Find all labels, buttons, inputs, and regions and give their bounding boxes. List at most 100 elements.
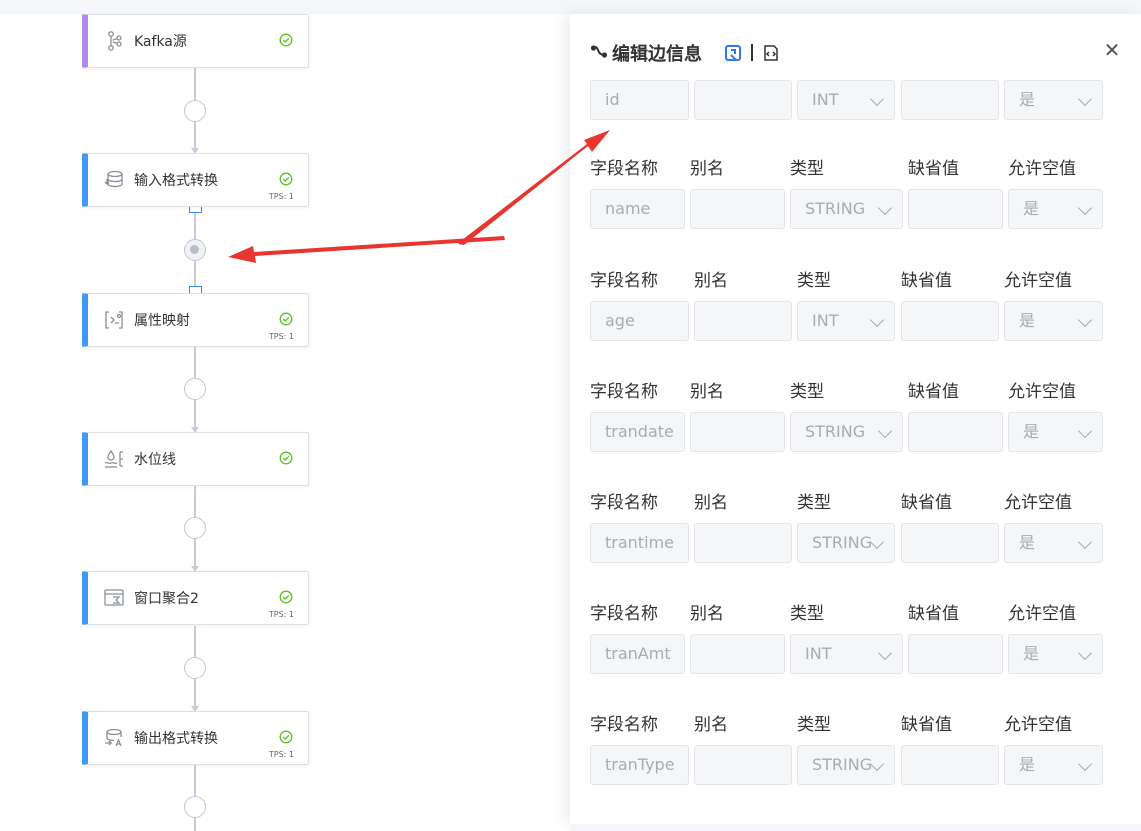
- field-default-input[interactable]: [901, 301, 999, 341]
- field-header-alias: 别名: [690, 159, 724, 179]
- field-header-nullable: 允许空值: [1004, 493, 1072, 513]
- field-nullable-select[interactable]: 是: [1004, 80, 1103, 120]
- field-header-default: 缺省值: [908, 382, 959, 402]
- node-label: 属性映射: [134, 313, 190, 329]
- success-check-icon: [279, 33, 293, 47]
- field-name-input[interactable]: trantime: [590, 523, 689, 563]
- field-default-input[interactable]: [901, 523, 999, 563]
- flow-node-attribute-mapping[interactable]: 属性映射 TPS: 1: [82, 293, 309, 347]
- field-alias-input[interactable]: [694, 523, 792, 563]
- field-header-nullable: 允许空值: [1004, 271, 1072, 291]
- edge-node-circle-selected[interactable]: [184, 239, 206, 261]
- edge-node-circle[interactable]: [184, 378, 206, 400]
- water-level-icon: [104, 449, 123, 468]
- field-type-select[interactable]: INT: [797, 80, 895, 120]
- field-header-alias: 别名: [694, 715, 728, 735]
- field-header-nullable: 允许空值: [1008, 382, 1076, 402]
- field-nullable-select[interactable]: 是: [1008, 412, 1103, 452]
- field-name-input[interactable]: name: [590, 189, 685, 229]
- node-label: 输入格式转换: [134, 173, 218, 189]
- edge-node-circle[interactable]: [184, 517, 206, 539]
- output-convert-icon: [105, 728, 122, 747]
- field-header-name: 字段名称: [590, 159, 658, 179]
- edge-line: [194, 817, 196, 831]
- field-nullable-select-value: 是: [1019, 90, 1036, 109]
- field-name-input[interactable]: tranAmt: [590, 634, 685, 674]
- node-label: Kafka源: [134, 34, 187, 50]
- chevron-down-icon: [1077, 756, 1093, 772]
- flow-node-output-convert[interactable]: 输出格式转换 TPS: 1: [82, 711, 309, 765]
- field-type-select[interactable]: STRING: [790, 412, 903, 452]
- chevron-down-icon: [1077, 534, 1093, 550]
- field-name-input-value: tranAmt: [605, 644, 671, 663]
- edge-node-circle[interactable]: [184, 100, 206, 122]
- field-header-alias: 别名: [694, 493, 728, 513]
- field-name-input[interactable]: id: [590, 80, 689, 120]
- field-nullable-select-value: 是: [1023, 644, 1040, 663]
- field-type-select[interactable]: STRING: [797, 745, 895, 785]
- field-nullable-select[interactable]: 是: [1004, 301, 1103, 341]
- field-nullable-select[interactable]: 是: [1008, 634, 1103, 674]
- field-header-type: 类型: [790, 382, 824, 402]
- field-header-name: 字段名称: [590, 382, 658, 402]
- edge-node-circle[interactable]: [184, 657, 206, 679]
- edge-line: [194, 486, 196, 520]
- field-header-alias: 别名: [690, 604, 724, 624]
- field-nullable-select-value: 是: [1019, 755, 1036, 774]
- field-header-default: 缺省值: [901, 493, 952, 513]
- field-nullable-select[interactable]: 是: [1008, 189, 1103, 229]
- field-alias-input[interactable]: [694, 745, 792, 785]
- edge-node-circle[interactable]: [184, 796, 206, 818]
- code-file-icon[interactable]: [762, 44, 780, 62]
- field-nullable-select-value: 是: [1023, 422, 1040, 441]
- flow-node-kafka-source[interactable]: Kafka源: [82, 14, 309, 68]
- flow-node-watermark[interactable]: 水位线: [82, 432, 309, 486]
- flow-canvas[interactable]: [0, 14, 570, 831]
- node-tps: TPS: 1: [268, 192, 294, 201]
- chevron-down-icon: [877, 645, 893, 661]
- close-icon[interactable]: ✕: [1100, 38, 1124, 62]
- node-label: 输出格式转换: [134, 731, 218, 747]
- field-header-nullable: 允许空值: [1008, 604, 1076, 624]
- node-tps: TPS: 1: [268, 750, 294, 759]
- field-header-name: 字段名称: [590, 271, 658, 291]
- success-check-icon: [279, 312, 293, 326]
- field-header-type: 类型: [797, 715, 831, 735]
- field-alias-input[interactable]: [690, 634, 785, 674]
- field-type-select[interactable]: INT: [797, 301, 895, 341]
- top-strip: [0, 0, 1141, 14]
- flow-node-window-aggregate[interactable]: 窗口聚合2 TPS: 1: [82, 571, 309, 625]
- field-nullable-select[interactable]: 是: [1004, 523, 1103, 563]
- field-default-input[interactable]: [901, 745, 999, 785]
- kafka-branch-icon: [108, 31, 122, 51]
- field-type-select[interactable]: STRING: [790, 189, 903, 229]
- node-tps: TPS: 1: [268, 332, 294, 341]
- field-header-default: 缺省值: [908, 159, 959, 179]
- field-name-input[interactable]: trandate: [590, 412, 685, 452]
- field-type-select-value: STRING: [805, 199, 866, 218]
- edge-line: [194, 68, 196, 102]
- field-default-input[interactable]: [901, 80, 999, 120]
- refresh-edit-icon[interactable]: [724, 44, 742, 62]
- chevron-down-icon: [1077, 312, 1093, 328]
- field-name-input[interactable]: tranType: [590, 745, 689, 785]
- flow-node-input-convert[interactable]: 输入格式转换 TPS: 1: [82, 153, 309, 207]
- field-header-type: 类型: [797, 493, 831, 513]
- edge-line: [194, 765, 196, 799]
- panel-footer-strip: [570, 824, 1141, 831]
- field-alias-input[interactable]: [690, 189, 785, 229]
- field-name-input[interactable]: age: [590, 301, 689, 341]
- success-check-icon: [279, 172, 293, 186]
- field-header-name: 字段名称: [590, 604, 658, 624]
- field-alias-input[interactable]: [694, 301, 792, 341]
- field-type-select[interactable]: STRING: [797, 523, 895, 563]
- chevron-down-icon: [877, 423, 893, 439]
- field-type-select-value: STRING: [812, 533, 873, 552]
- field-alias-input[interactable]: [694, 80, 792, 120]
- field-default-input[interactable]: [908, 634, 1003, 674]
- field-default-input[interactable]: [908, 412, 1003, 452]
- field-default-input[interactable]: [908, 189, 1003, 229]
- field-alias-input[interactable]: [690, 412, 785, 452]
- field-type-select[interactable]: INT: [790, 634, 903, 674]
- field-nullable-select[interactable]: 是: [1004, 745, 1103, 785]
